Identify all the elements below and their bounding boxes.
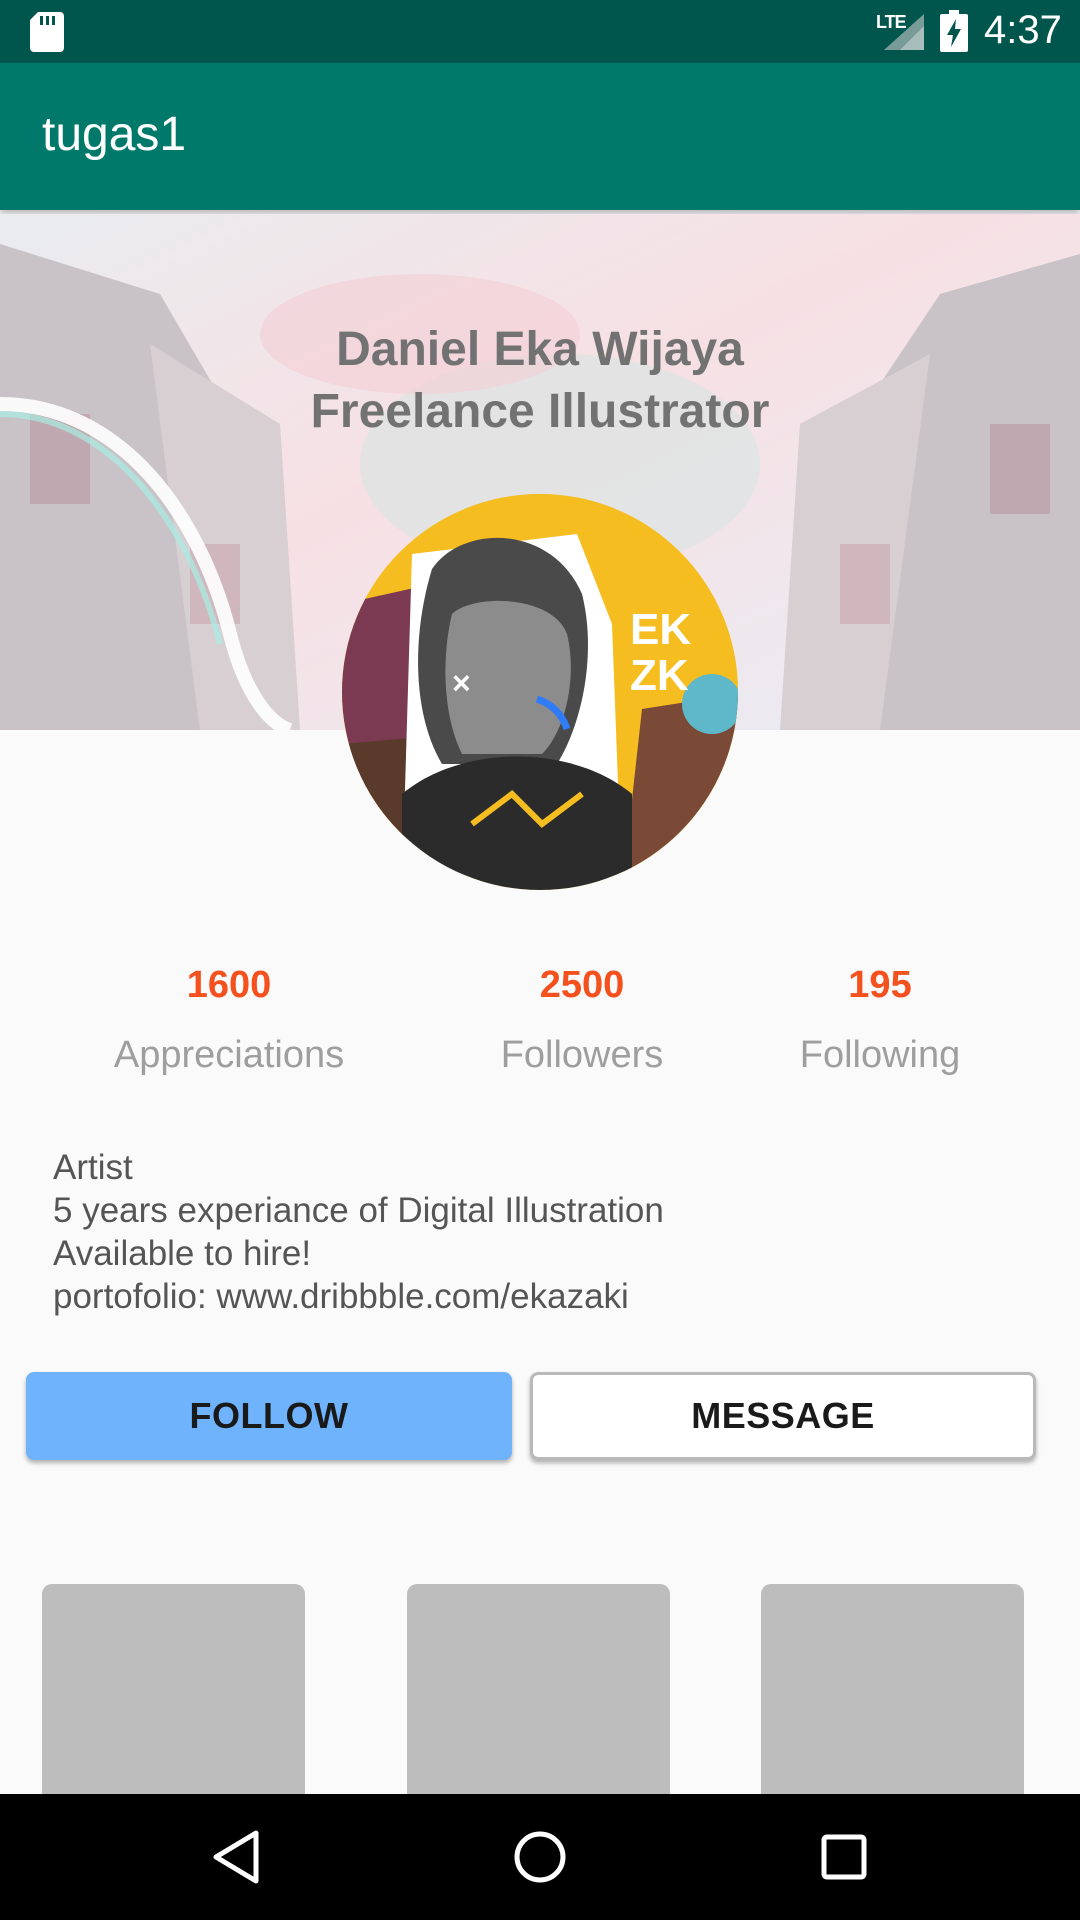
portfolio-thumbnail[interactable] (407, 1584, 670, 1794)
stat-following[interactable]: 195 Following (730, 966, 1030, 1074)
stat-label: Followers (500, 1034, 664, 1076)
avatar-monogram-top: EK (630, 605, 691, 654)
sd-card-icon (30, 12, 64, 52)
navigation-bar (0, 1794, 1080, 1920)
bio-line: portofolio: www.dribbble.com/ekazaki (53, 1277, 629, 1316)
home-icon[interactable] (512, 1829, 568, 1885)
stat-appreciations[interactable]: 1600 Appreciations (79, 966, 379, 1074)
stat-value: 1600 (186, 964, 272, 1006)
signal-icon (884, 14, 924, 50)
battery-charging-icon (940, 10, 968, 52)
avatar-monogram-bottom: ZK (630, 651, 689, 700)
bio-line: Available to hire! (53, 1234, 312, 1273)
stat-value: 195 (848, 964, 912, 1006)
bio: Artist 5 years experiance of Digital Ill… (53, 1146, 664, 1318)
recents-icon[interactable] (820, 1829, 868, 1885)
message-button[interactable]: MESSAGE (530, 1372, 1036, 1460)
stat-followers[interactable]: 2500 Followers (432, 966, 732, 1074)
app-title: tugas1 (42, 108, 187, 161)
status-bar: LTE 4:37 (0, 0, 1080, 63)
portfolio-thumbnail[interactable] (761, 1584, 1024, 1794)
avatar-artwork: EK ZK × (342, 494, 738, 890)
profile-role: Freelance Illustrator (310, 385, 770, 438)
stat-label: Appreciations (113, 1034, 345, 1076)
back-icon[interactable] (210, 1829, 262, 1885)
status-time: 4:37 (984, 8, 1062, 52)
profile-name: Daniel Eka Wijaya (336, 323, 744, 376)
stat-label: Following (799, 1034, 961, 1076)
svg-text:×: × (452, 665, 471, 701)
app-bar: tugas1 (0, 63, 1080, 210)
bio-line: Artist (53, 1148, 133, 1187)
stat-value: 2500 (539, 964, 625, 1006)
bio-line: 5 years experiance of Digital Illustrati… (53, 1191, 664, 1230)
portfolio-thumbnail[interactable] (42, 1584, 305, 1794)
avatar: EK ZK × (342, 494, 738, 890)
follow-button[interactable]: FOLLOW (26, 1372, 512, 1460)
